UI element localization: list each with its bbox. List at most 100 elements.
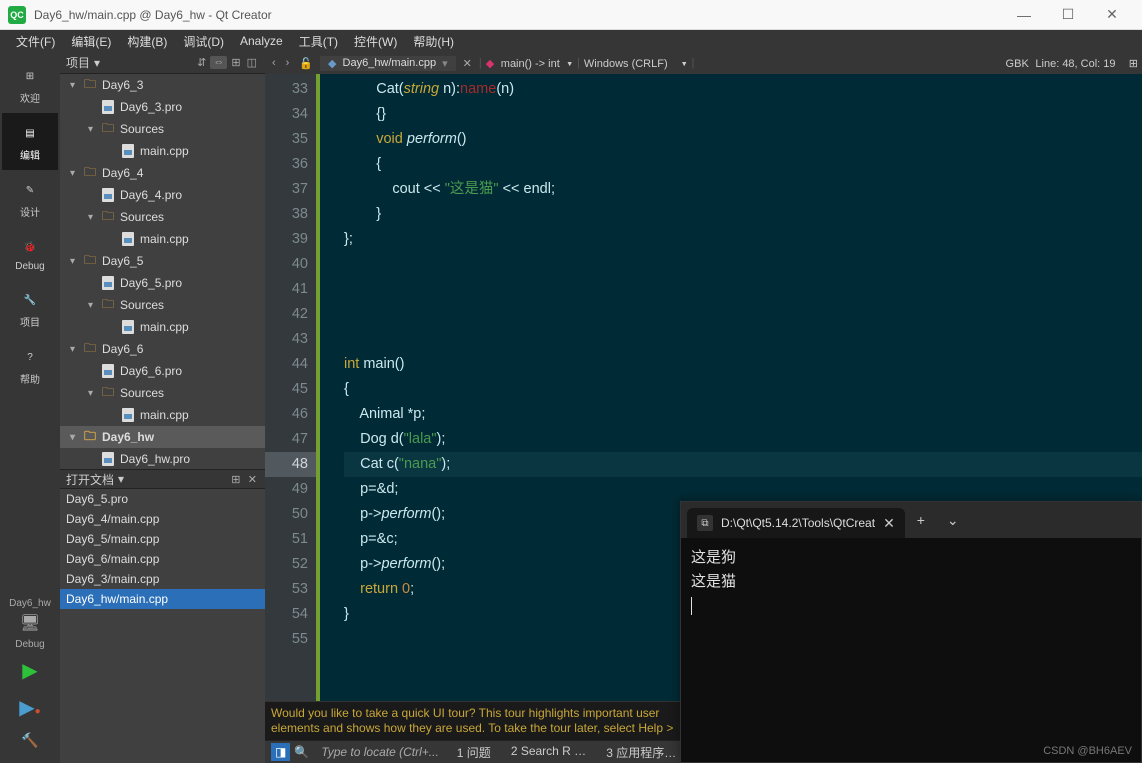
line-number[interactable]: 42 — [265, 302, 316, 327]
line-number[interactable]: 49 — [265, 477, 316, 502]
expand-icon[interactable]: ▾ — [88, 388, 100, 399]
code-line[interactable] — [344, 302, 1142, 327]
code-line[interactable]: } — [344, 202, 1142, 227]
mode-help[interactable]: ?帮助 — [2, 337, 58, 394]
menu-item[interactable]: 编辑(E) — [63, 33, 119, 50]
code-line[interactable]: Cat(string n):name(n) — [344, 77, 1142, 102]
line-number[interactable]: 43 — [265, 327, 316, 352]
tree-item[interactable]: main.cpp — [60, 140, 265, 162]
tree-item[interactable]: main.cpp — [60, 404, 265, 426]
line-number[interactable]: 54 — [265, 602, 316, 627]
menu-item[interactable]: 工具(T) — [291, 33, 346, 50]
mode-projects[interactable]: 🔧项目 — [2, 280, 58, 337]
line-number[interactable]: 53 — [265, 577, 316, 602]
maximize-button[interactable]: ☐ — [1046, 1, 1090, 29]
line-number[interactable]: 40 — [265, 252, 316, 277]
tree-item[interactable]: Day6_5.pro — [60, 272, 265, 294]
line-number[interactable]: 55 — [265, 627, 316, 652]
search-icon[interactable]: 🔍 — [290, 745, 313, 759]
expand-icon[interactable]: ▾ — [70, 168, 82, 179]
open-doc-item[interactable]: Day6_5.pro — [60, 489, 265, 509]
line-number[interactable]: 34 — [265, 102, 316, 127]
output-tab[interactable]: 3 应用程序… — [596, 744, 686, 761]
panel-toggle-icon[interactable]: ◨ — [271, 743, 290, 761]
dropdown-icon[interactable]: ▾ — [94, 56, 100, 70]
tab-dropdown-icon[interactable]: ⌄ — [937, 506, 969, 534]
code-line[interactable] — [344, 277, 1142, 302]
line-number[interactable]: 38 — [265, 202, 316, 227]
tree-item[interactable]: ▾🗀Day6_5 — [60, 250, 265, 272]
tree-item[interactable]: ▾🗀Day6_hw — [60, 426, 265, 448]
tree-item[interactable]: Day6_4.pro — [60, 184, 265, 206]
forward-button[interactable]: › — [283, 57, 293, 69]
link-icon[interactable]: ⇔ — [210, 56, 227, 69]
tree-item[interactable]: ▾🗀Sources — [60, 382, 265, 404]
minimize-button[interactable]: — — [1002, 1, 1046, 29]
menu-item[interactable]: 控件(W) — [346, 33, 405, 50]
tree-item[interactable]: ▾🗀Day6_4 — [60, 162, 265, 184]
locator-input[interactable]: Type to locate (Ctrl+... — [313, 745, 447, 759]
symbol-selector[interactable]: ◆ main() -> int ▾ — [486, 57, 573, 70]
mode-design[interactable]: ✎设计 — [2, 170, 58, 227]
expand-icon[interactable]: ▾ — [70, 80, 82, 91]
open-doc-item[interactable]: Day6_hw/main.cpp — [60, 589, 265, 609]
menu-item[interactable]: Analyze — [232, 34, 291, 48]
code-line[interactable]: Cat c("nana"); — [344, 452, 1142, 477]
project-tree[interactable]: ▾🗀Day6_3Day6_3.pro▾🗀Sourcesmain.cpp▾🗀Day… — [60, 74, 265, 469]
split-icon[interactable]: ◫ — [245, 56, 259, 69]
mode-debug[interactable]: 🐞Debug — [2, 227, 58, 280]
open-doc-item[interactable]: Day6_5/main.cpp — [60, 529, 265, 549]
line-number[interactable]: 39 — [265, 227, 316, 252]
code-line[interactable]: int main() — [344, 352, 1142, 377]
code-line[interactable]: p=&d; — [344, 477, 1142, 502]
build-button[interactable]: 🔨 — [15, 726, 44, 755]
code-line[interactable]: void perform() — [344, 127, 1142, 152]
line-gutter[interactable]: 3334353637383940414243444546474849505152… — [265, 74, 320, 701]
tree-item[interactable]: ▾🗀Day6_6 — [60, 338, 265, 360]
line-number[interactable]: 50 — [265, 502, 316, 527]
new-tab-button[interactable]: + — [905, 506, 937, 534]
split-icon[interactable]: ⊞ — [229, 474, 242, 486]
expand-icon[interactable]: ▾ — [88, 212, 100, 223]
expand-icon[interactable]: ▾ — [88, 300, 100, 311]
line-number[interactable]: 36 — [265, 152, 316, 177]
line-number[interactable]: 37 — [265, 177, 316, 202]
menu-item[interactable]: 文件(F) — [8, 33, 63, 50]
tree-item[interactable]: Day6_3.pro — [60, 96, 265, 118]
expand-icon[interactable]: ▾ — [70, 432, 82, 443]
tree-item[interactable]: ▾🗀Sources — [60, 206, 265, 228]
line-number[interactable]: 44 — [265, 352, 316, 377]
line-number[interactable]: 41 — [265, 277, 316, 302]
line-number[interactable]: 46 — [265, 402, 316, 427]
console-tab[interactable]: ⧉ D:\Qt\Qt5.14.2\Tools\QtCreat ✕ — [687, 508, 905, 538]
line-number[interactable]: 52 — [265, 552, 316, 577]
code-line[interactable]: { — [344, 377, 1142, 402]
code-line[interactable]: {} — [344, 102, 1142, 127]
code-line[interactable]: Dog d("lala"); — [344, 427, 1142, 452]
line-number[interactable]: 51 — [265, 527, 316, 552]
line-number[interactable]: 48 — [265, 452, 316, 477]
tree-item[interactable]: ▾🗀Sources — [60, 294, 265, 316]
expand-icon[interactable]: ▾ — [88, 124, 100, 135]
code-line[interactable]: }; — [344, 227, 1142, 252]
run-button[interactable]: ▶ — [16, 652, 43, 689]
menu-item[interactable]: 帮助(H) — [405, 33, 462, 50]
line-number[interactable]: 33 — [265, 77, 316, 102]
open-doc-item[interactable]: Day6_4/main.cpp — [60, 509, 265, 529]
tree-item[interactable]: ▾🗀Sources — [60, 118, 265, 140]
console-output[interactable]: 这是狗这是猫 — [681, 538, 1141, 762]
open-docs-list[interactable]: Day6_5.proDay6_4/main.cppDay6_5/main.cpp… — [60, 489, 265, 609]
expand-icon[interactable]: ▾ — [70, 344, 82, 355]
line-ending-selector[interactable]: Windows (CRLF) ▾ — [584, 57, 688, 70]
lock-icon[interactable]: 🔓 — [296, 57, 316, 70]
close-panel-icon[interactable]: ✕ — [246, 474, 259, 486]
kit-icon[interactable]: 🖥 — [18, 611, 42, 635]
kit-target[interactable]: Day6_hw — [5, 596, 55, 611]
code-line[interactable]: { — [344, 152, 1142, 177]
debug-run-button[interactable]: ▶● — [13, 689, 46, 726]
split-editor-icon[interactable]: ⊞ — [1129, 58, 1138, 70]
open-doc-item[interactable]: Day6_3/main.cpp — [60, 569, 265, 589]
tree-item[interactable]: ▾🗀Day6_3 — [60, 74, 265, 96]
code-line[interactable]: Animal *p; — [344, 402, 1142, 427]
menu-item[interactable]: 调试(D) — [175, 33, 232, 50]
